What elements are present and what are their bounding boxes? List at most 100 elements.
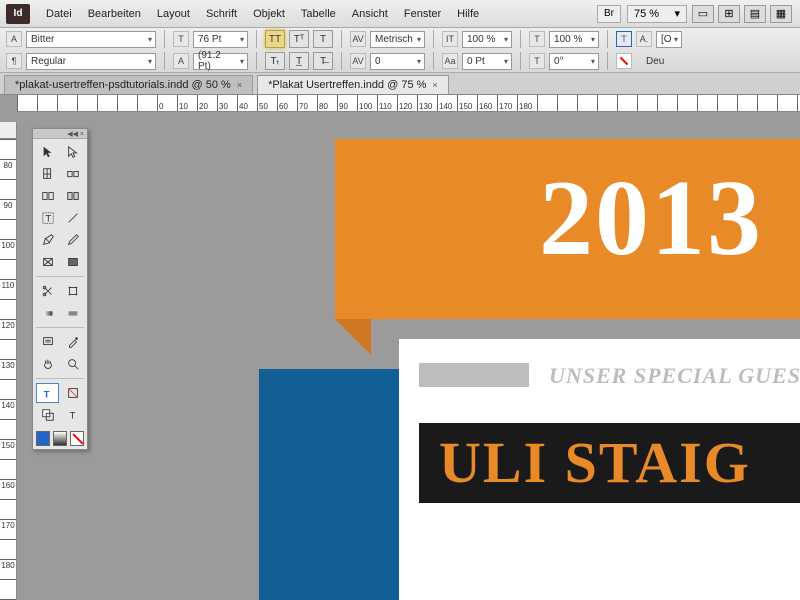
menu-objekt[interactable]: Objekt	[245, 8, 293, 20]
control-panel: A Bitter T 76 Pt TT Tᵀ T AV Metrisch IT …	[0, 28, 800, 73]
vertical-ruler[interactable]: 8090100110120130140150160170180190	[0, 139, 17, 600]
view-mode-icon[interactable]: ▭	[692, 5, 714, 23]
allcaps-button[interactable]: TT	[265, 30, 285, 48]
arrange-icon[interactable]: ▤	[744, 5, 766, 23]
subtitle-text[interactable]: UNSER SPECIAL GUES	[549, 363, 800, 389]
font-size-icon: T	[173, 31, 189, 47]
tools-panel[interactable]: ◀◀ × T T T	[32, 128, 88, 450]
apply-none-icon[interactable]	[70, 431, 84, 446]
tools-panel-header[interactable]: ◀◀ ×	[33, 129, 87, 139]
close-icon[interactable]: ×	[432, 80, 437, 90]
svg-text:T: T	[45, 214, 51, 225]
kerning-icon: AV	[350, 31, 366, 47]
line-tool-icon[interactable]	[61, 208, 84, 228]
zoom-dropdown[interactable]: 75 %▾	[627, 5, 687, 23]
tab-doc-1[interactable]: *plakat-usertreffen-psdtutorials.indd @ …	[4, 75, 253, 94]
content-collector-icon[interactable]	[36, 186, 59, 206]
tracking-dropdown[interactable]: 0	[370, 53, 425, 70]
hand-tool-icon[interactable]	[36, 354, 59, 374]
baseline-icon: Aa	[442, 53, 458, 69]
font-family-dropdown[interactable]: Bitter	[26, 31, 156, 48]
charstyle-icon[interactable]: A.	[636, 31, 652, 47]
gray-bar[interactable]	[419, 363, 529, 387]
zoom-tool-icon[interactable]	[61, 354, 84, 374]
fill-stroke-format-text-icon[interactable]: T	[36, 383, 59, 403]
eyedropper-tool-icon[interactable]	[61, 332, 84, 352]
smallcaps-button[interactable]: Tᵀ	[289, 30, 309, 48]
gap-tool-icon[interactable]	[61, 164, 84, 184]
scaley-icon: T	[529, 31, 545, 47]
gradient-swatch-tool-icon[interactable]	[36, 303, 59, 323]
formatting-affects-text-icon[interactable]: T	[61, 405, 84, 425]
screen-mode-icon[interactable]: ⊞	[718, 5, 740, 23]
scalex-icon: IT	[442, 31, 458, 47]
scaley-dropdown[interactable]: 100 %	[549, 31, 599, 48]
free-transform-tool-icon[interactable]	[61, 281, 84, 301]
rectangle-frame-tool-icon[interactable]	[36, 252, 59, 272]
leading-icon: A	[173, 53, 189, 69]
menu-tabelle[interactable]: Tabelle	[293, 8, 344, 20]
apply-color-icon[interactable]	[36, 431, 50, 446]
direct-selection-tool-icon[interactable]	[61, 142, 84, 162]
horizontal-ruler[interactable]: 0102030405060708090100110120130140150160…	[17, 95, 800, 112]
workspace-icon[interactable]: ▦	[770, 5, 792, 23]
bridge-button[interactable]: Br	[597, 5, 621, 23]
menu-bar: Id Datei Bearbeiten Layout Schrift Objek…	[0, 0, 800, 28]
menu-ansicht[interactable]: Ansicht	[344, 8, 396, 20]
kerning-dropdown[interactable]: Metrisch	[370, 31, 425, 48]
type-tool-icon[interactable]: T	[36, 208, 59, 228]
para-mode-icon[interactable]: ¶	[6, 53, 22, 69]
content-placer-icon[interactable]	[61, 186, 84, 206]
menu-datei[interactable]: Datei	[38, 8, 80, 20]
tracking-icon: AV	[350, 53, 366, 69]
skew-dropdown[interactable]: 0°	[549, 53, 599, 70]
charstyle-dropdown[interactable]: [O	[656, 31, 682, 48]
apply-gradient-icon[interactable]	[53, 431, 67, 446]
fill-stroke-format-container-icon[interactable]	[61, 383, 84, 403]
menu-layout[interactable]: Layout	[149, 8, 198, 20]
rectangle-tool-icon[interactable]	[61, 252, 84, 272]
menu-schrift[interactable]: Schrift	[198, 8, 245, 20]
tab-label: *plakat-usertreffen-psdtutorials.indd @ …	[15, 79, 231, 91]
default-fill-stroke-icon[interactable]	[36, 405, 59, 425]
note-tool-icon[interactable]	[36, 332, 59, 352]
skew-icon: T	[529, 53, 545, 69]
close-icon[interactable]: ×	[237, 80, 242, 90]
gradient-feather-tool-icon[interactable]	[61, 303, 84, 323]
tab-label: *Plakat Usertreffen.indd @ 75 %	[268, 79, 426, 91]
language-dropdown[interactable]: Deu	[646, 56, 664, 67]
pencil-tool-icon[interactable]	[61, 230, 84, 250]
name-text[interactable]: ULI STAIG	[439, 429, 751, 496]
baseline-dropdown[interactable]: 0 Pt	[462, 53, 512, 70]
font-size-dropdown[interactable]: 76 Pt	[193, 31, 248, 48]
selection-tool-icon[interactable]	[36, 142, 59, 162]
swatch-row	[33, 428, 87, 449]
menu-hilfe[interactable]: Hilfe	[449, 8, 487, 20]
canvas[interactable]: USERTREF 2013 UNSER SPECIAL GUES ULI STA…	[17, 139, 800, 600]
orange-fold	[335, 319, 371, 355]
fill-icon[interactable]: T	[616, 31, 632, 47]
zoom-value: 75 %	[634, 8, 659, 20]
scissors-tool-icon[interactable]	[36, 281, 59, 301]
menu-fenster[interactable]: Fenster	[396, 8, 449, 20]
stroke-icon[interactable]	[616, 53, 632, 69]
title-text-1[interactable]: USERTREF	[355, 139, 753, 152]
title-text-2[interactable]: 2013	[539, 157, 763, 281]
ruler-origin[interactable]	[0, 122, 17, 139]
underline-button[interactable]: T̲	[289, 52, 309, 70]
strike-button[interactable]: T̶	[313, 52, 333, 70]
leading-dropdown[interactable]: (91.2 Pt)	[193, 53, 248, 70]
svg-text:T: T	[69, 411, 75, 422]
document-tabs: *plakat-usertreffen-psdtutorials.indd @ …	[0, 73, 800, 95]
menu-bearbeiten[interactable]: Bearbeiten	[80, 8, 149, 20]
char-mode-icon[interactable]: A	[6, 31, 22, 47]
font-style-dropdown[interactable]: Regular	[26, 53, 156, 70]
subscript-button[interactable]: Tₜ	[265, 52, 285, 70]
tab-doc-2[interactable]: *Plakat Usertreffen.indd @ 75 % ×	[257, 75, 449, 94]
page-tool-icon[interactable]	[36, 164, 59, 184]
superscript-button[interactable]: T	[313, 30, 333, 48]
pen-tool-icon[interactable]	[36, 230, 59, 250]
scalex-dropdown[interactable]: 100 %	[462, 31, 512, 48]
app-logo: Id	[6, 4, 30, 24]
page-artwork: USERTREF 2013 UNSER SPECIAL GUES ULI STA…	[259, 139, 800, 600]
